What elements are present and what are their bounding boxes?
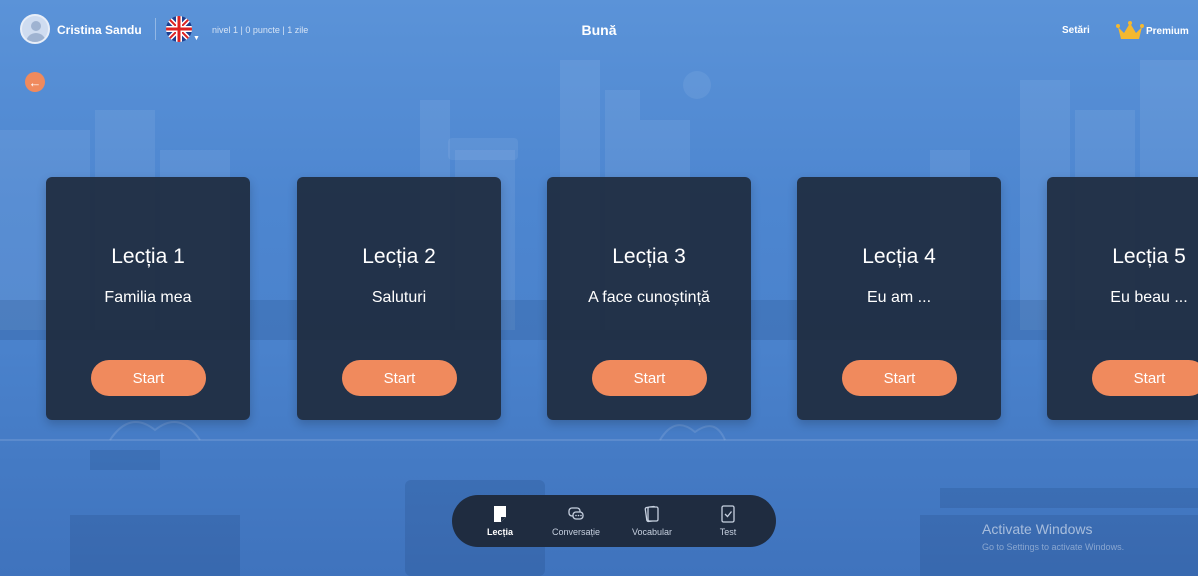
premium-button[interactable]: Premium — [1116, 20, 1189, 42]
windows-watermark-title: Activate Windows — [982, 521, 1093, 537]
lesson-title: Lecția 4 — [862, 245, 936, 268]
lesson-subtitle: Eu beau ... — [1110, 289, 1188, 306]
checklist-icon — [721, 505, 735, 523]
tab-label: Lecția — [486, 527, 513, 537]
lesson-card-1[interactable]: Lecția 1 Familia mea Start — [46, 177, 250, 420]
tab-lectia[interactable]: Lecția — [464, 505, 536, 537]
chat-icon — [568, 507, 584, 520]
lesson-card-3[interactable]: Lecția 3 A face cunoștință Start — [547, 177, 751, 420]
lesson-title: Lecția 2 — [362, 245, 436, 268]
start-button[interactable]: Start — [91, 360, 206, 396]
tab-conversatie[interactable]: Conversație — [540, 505, 612, 537]
bottom-nav: Lecția Conversație Vocabular Test — [452, 495, 776, 547]
lesson-icon — [494, 506, 506, 522]
arrow-left-icon: ← — [28, 74, 42, 90]
lesson-card-5[interactable]: Lecția 5 Eu beau ... Start — [1047, 177, 1198, 420]
start-button[interactable]: Start — [592, 360, 707, 396]
lesson-card-4[interactable]: Lecția 4 Eu am ... Start — [797, 177, 1001, 420]
tab-vocabular[interactable]: Vocabular — [616, 505, 688, 537]
page-title: Bună — [581, 22, 617, 38]
lesson-subtitle: A face cunoștință — [588, 289, 710, 306]
windows-watermark-subtitle: Go to Settings to activate Windows. — [982, 542, 1125, 552]
tab-label: Test — [719, 527, 737, 537]
crown-icon — [1116, 21, 1144, 39]
lesson-subtitle: Familia mea — [104, 289, 192, 306]
lesson-card-2[interactable]: Lecția 2 Saluturi Start — [297, 177, 501, 420]
tab-test[interactable]: Test — [692, 505, 764, 537]
settings-link[interactable]: Setări — [1062, 25, 1090, 36]
start-button[interactable]: Start — [342, 360, 457, 396]
cards-icon — [644, 505, 659, 523]
premium-label: Premium — [1146, 25, 1189, 37]
lesson-title: Lecția 3 — [612, 245, 686, 268]
lesson-title: Lecția 5 — [1112, 245, 1186, 268]
tab-label: Vocabular — [631, 527, 673, 537]
back-button[interactable]: ← — [25, 72, 45, 92]
lesson-title: Lecția 1 — [111, 245, 185, 268]
start-button[interactable]: Start — [1092, 360, 1198, 396]
top-bar: Cristina Sandu ▼ nivel 1 | 0 puncte | 1 … — [0, 10, 1198, 50]
lesson-subtitle: Eu am ... — [866, 289, 932, 306]
tab-label: Conversație — [551, 527, 601, 537]
lesson-subtitle: Saluturi — [371, 289, 427, 306]
start-button[interactable]: Start — [842, 360, 957, 396]
